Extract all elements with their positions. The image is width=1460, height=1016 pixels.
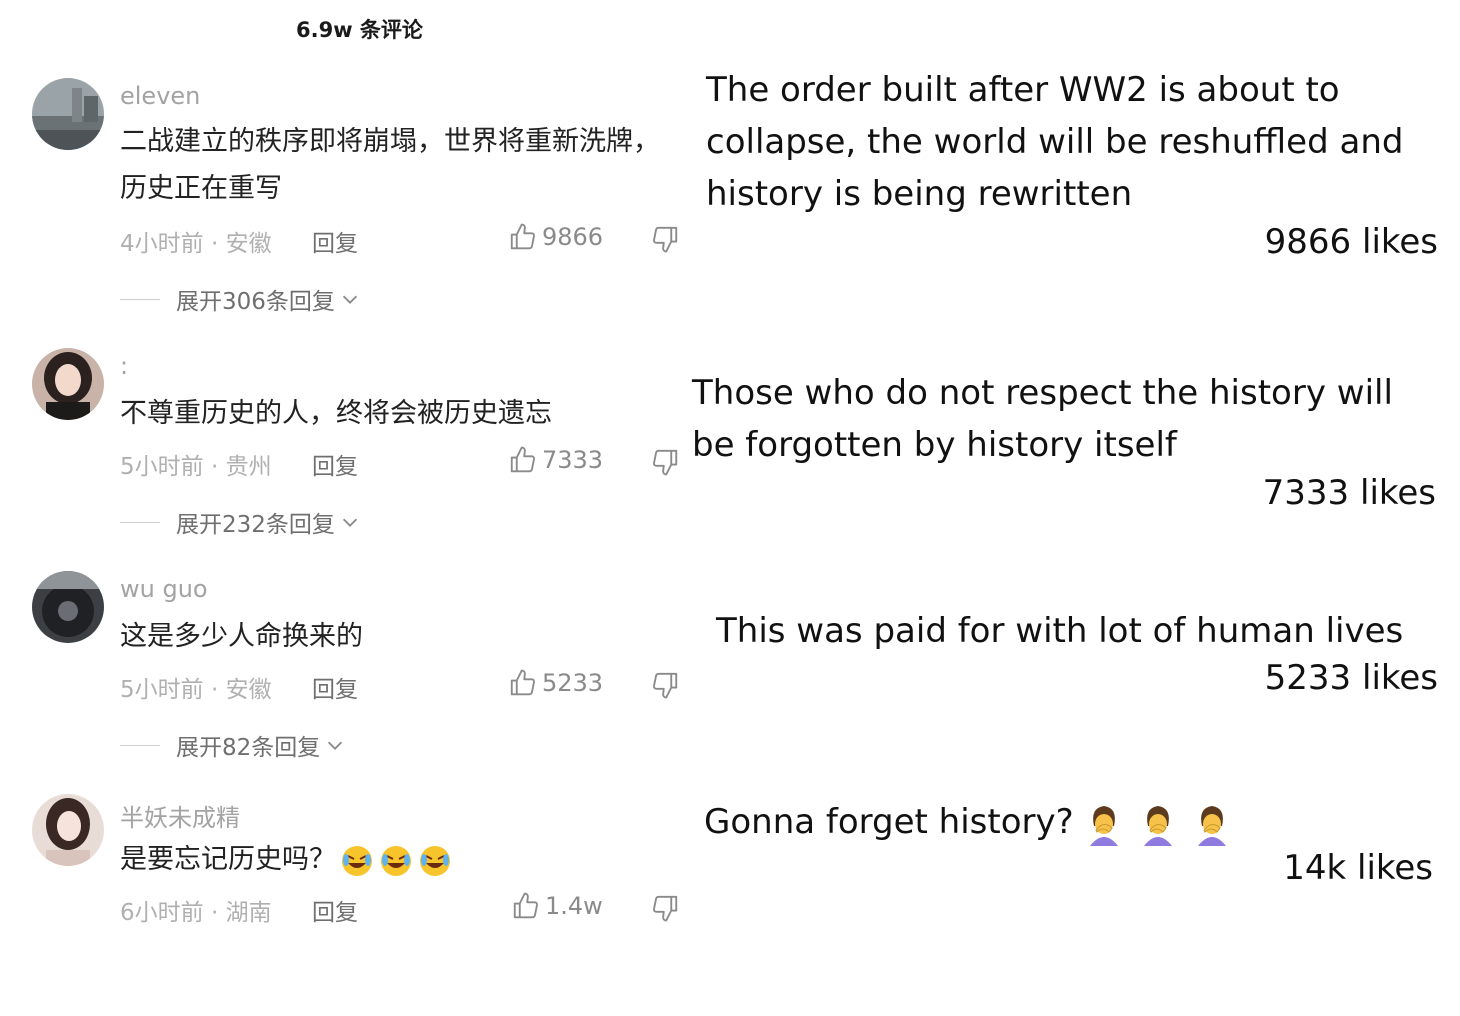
like-button[interactable]: 9866 (508, 222, 603, 252)
avatar-image (32, 794, 104, 866)
reply-button[interactable]: 回复 (312, 893, 358, 927)
comment-text: 是要忘记历史吗？ (120, 836, 680, 883)
woman-facepalming-emoji-icon (1089, 805, 1118, 846)
comment-meta: 5小时前 · 贵州 (120, 454, 272, 480)
thumbs-down-icon[interactable] (650, 447, 680, 477)
avatar-image (32, 571, 104, 643)
avatar-image (32, 348, 104, 420)
thumbs-up-icon (510, 669, 535, 696)
reply-button[interactable]: 回复 (312, 447, 358, 481)
thumbs-up-icon (510, 446, 535, 473)
like-count: 1.4w (545, 892, 603, 920)
avatar[interactable] (32, 794, 104, 866)
comment-text-body: 是要忘记历史吗？ (120, 844, 336, 875)
translation-text: Gonna forget history? (704, 796, 1434, 848)
woman-facepalming-emoji-icon (1143, 805, 1172, 846)
divider (120, 521, 160, 523)
expand-replies-button[interactable]: 展开82条回复 (120, 728, 346, 762)
like-count: 5233 (542, 669, 604, 697)
expand-replies-label: 展开306条回复 (176, 289, 335, 315)
translation-likes: 9866 likes (1264, 222, 1438, 262)
comment-item: wu guo 这是多少人命换来的 5小时前 · 安徽 回复 5233 展开82条… (0, 563, 700, 793)
divider (120, 744, 160, 746)
translation-text: This was paid for with lot of human live… (716, 611, 1404, 651)
woman-facepalming-emoji-icon (1197, 805, 1226, 846)
username[interactable]: eleven (120, 82, 200, 110)
username[interactable]: wu guo (120, 575, 208, 603)
like-button[interactable]: 7333 (508, 445, 603, 475)
username[interactable]: 半妖未成精 (120, 798, 240, 833)
like-button[interactable]: 1.4w (511, 891, 603, 921)
avatar-image (32, 78, 104, 150)
like-count: 9866 (542, 223, 604, 251)
reply-button[interactable]: 回复 (312, 224, 358, 258)
avatar[interactable] (32, 348, 104, 420)
username[interactable]: : (120, 352, 128, 380)
translation-text: Those who do not respect the history wil… (692, 373, 1393, 465)
thumbs-down-icon[interactable] (650, 893, 680, 923)
translation-text: The order built after WW2 is about to co… (706, 70, 1404, 214)
chevron-down-icon (328, 741, 343, 750)
expand-replies-label: 展开232条回复 (176, 512, 335, 538)
like-count: 7333 (542, 446, 604, 474)
thumbs-up-icon (510, 223, 535, 250)
translation-text-body: Gonna forget history? (704, 802, 1074, 842)
rolling-on-floor-laughing-emoji-icon (420, 845, 450, 876)
comment-meta: 5小时前 · 安徽 (120, 677, 272, 703)
thumbs-down-icon[interactable] (650, 670, 680, 700)
translation-likes: 7333 likes (1262, 473, 1436, 513)
comment-meta: 6小时前 · 湖南 (120, 900, 272, 926)
thumbs-up-icon (513, 892, 538, 919)
comment-item: eleven 二战建立的秩序即将崩塌，世界将重新洗牌，历史正在重写 4小时前 ·… (0, 70, 700, 315)
translation-likes: 14k likes (1283, 848, 1433, 888)
chevron-down-icon (342, 295, 357, 304)
rolling-on-floor-laughing-emoji-icon (381, 845, 411, 876)
comment-item: 半妖未成精 是要忘记历史吗？ 6小时前 · 湖南 回复 1.4w (0, 786, 700, 1016)
translation-likes: 5233 likes (1264, 658, 1438, 698)
expand-replies-button[interactable]: 展开232条回复 (120, 505, 361, 539)
comment-text: 不尊重历史的人，终将会被历史遗忘 (120, 398, 552, 429)
avatar[interactable] (32, 78, 104, 150)
comment-count: 6.9w 条评论 (296, 18, 423, 42)
comment-meta: 4小时前 · 安徽 (120, 231, 272, 257)
thumbs-down-icon[interactable] (650, 224, 680, 254)
avatar[interactable] (32, 571, 104, 643)
expand-replies-button[interactable]: 展开306条回复 (120, 282, 361, 316)
comment-text: 二战建立的秩序即将崩塌，世界将重新洗牌，历史正在重写 (120, 126, 660, 204)
like-button[interactable]: 5233 (508, 668, 603, 698)
comment-item: : 不尊重历史的人，终将会被历史遗忘 5小时前 · 贵州 回复 7333 展开2… (0, 340, 700, 570)
expand-replies-label: 展开82条回复 (176, 735, 321, 761)
rolling-on-floor-laughing-emoji-icon (342, 845, 372, 876)
chevron-down-icon (342, 518, 357, 527)
reply-button[interactable]: 回复 (312, 670, 358, 704)
comment-text: 这是多少人命换来的 (120, 621, 363, 652)
divider (120, 298, 160, 300)
